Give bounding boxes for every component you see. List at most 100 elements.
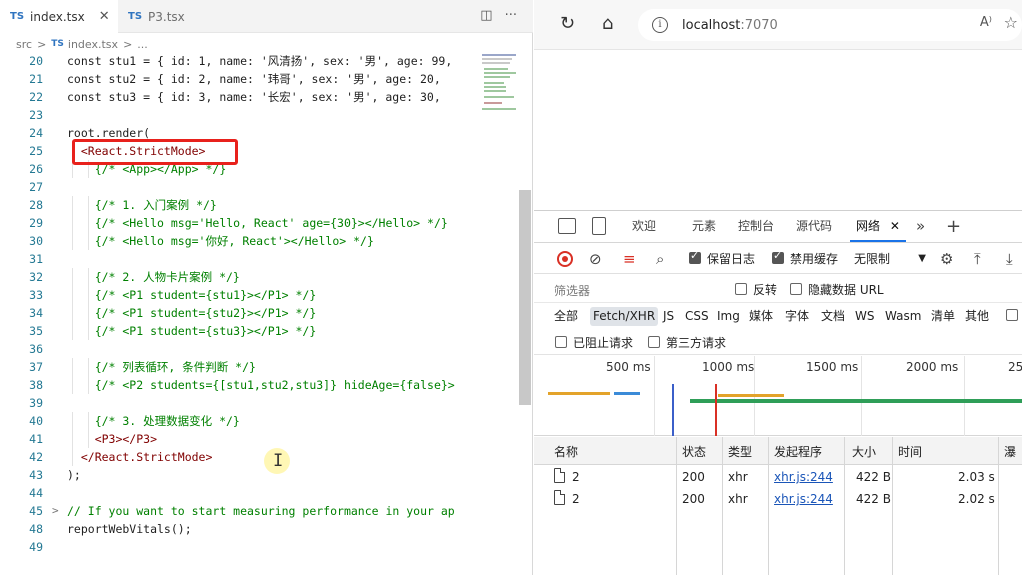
search-icon[interactable]: ⌕ <box>656 250 664 268</box>
fold-chevron-icon[interactable]: > <box>52 502 59 520</box>
type-media[interactable]: 媒体 <box>746 307 776 326</box>
code-line[interactable]: 44 <box>0 484 478 502</box>
code-line[interactable]: 27 <box>0 178 478 196</box>
cell-initiator-link[interactable]: xhr.js:244 <box>774 470 833 484</box>
type-all[interactable]: 全部 <box>551 307 581 326</box>
type-js[interactable]: JS <box>660 307 677 326</box>
inspect-icon[interactable] <box>558 218 576 234</box>
read-aloud-icon[interactable]: A⁾ <box>980 15 992 30</box>
blocked-requests-checkbox[interactable] <box>555 336 567 348</box>
line-number: 36 <box>29 342 43 356</box>
code-line[interactable]: 40 {/* 3. 处理数据变化 */} <box>0 412 478 430</box>
type-ws[interactable]: WS <box>852 307 877 326</box>
code-line[interactable]: 32 {/* 2. 人物卡片案例 */} <box>0 268 478 286</box>
code-line[interactable]: 31 <box>0 250 478 268</box>
favorites-icon[interactable]: ☆ <box>1004 13 1018 32</box>
device-toolbar-icon[interactable] <box>592 217 606 235</box>
url-field[interactable]: i localhost:7070 <box>638 9 1022 41</box>
col-waterfall[interactable]: 瀑 <box>1004 443 1016 460</box>
type-wasm[interactable]: Wasm <box>882 307 924 326</box>
editor-scrollbar[interactable] <box>519 190 531 405</box>
tab-p3-tsx[interactable]: TS P3.tsx <box>118 0 230 33</box>
record-icon[interactable] <box>557 251 573 267</box>
home-icon[interactable]: ⌂ <box>602 13 613 34</box>
table-row[interactable]: 2 200 xhr xhr.js:244 422 B 2.02 s <box>534 489 1022 510</box>
type-fetch-xhr[interactable]: Fetch/XHR <box>590 307 659 326</box>
code-line[interactable]: 43); <box>0 466 478 484</box>
code-line[interactable]: 29 {/* <Hello msg='Hello, React' age={30… <box>0 214 478 232</box>
code-line[interactable]: 28 {/* 1. 入门案例 */} <box>0 196 478 214</box>
close-icon[interactable]: ✕ <box>99 9 110 24</box>
col-status[interactable]: 状态 <box>682 443 706 460</box>
table-row[interactable]: 2 200 xhr xhr.js:244 422 B 2.03 s <box>534 467 1022 488</box>
export-har-icon[interactable]: ⤓ <box>1006 250 1013 268</box>
code-line[interactable]: 42 </React.StrictMode> <box>0 448 478 466</box>
filter-icon[interactable]: ≡ <box>623 250 636 268</box>
code-line[interactable]: 38 {/* <P2 students={[stu1,stu2,stu3]} h… <box>0 376 478 394</box>
more-tabs-icon[interactable]: » <box>916 211 925 242</box>
filter-input[interactable]: 筛选器 <box>554 282 590 299</box>
close-icon[interactable]: ✕ <box>890 219 900 233</box>
disable-cache-checkbox[interactable] <box>772 249 784 264</box>
reload-icon[interactable]: ↻ <box>560 13 575 34</box>
breadcrumb-folder[interactable]: src <box>16 38 32 51</box>
code-line[interactable]: 22 const stu3 = { id: 3, name: '长宏', sex:… <box>0 88 478 106</box>
split-editor-icon[interactable]: ◫ <box>480 8 492 23</box>
network-conditions-icon[interactable]: ⚙ <box>940 250 953 268</box>
code-line[interactable]: 39 <box>0 394 478 412</box>
code-line[interactable]: 35 {/* <P1 student={stu3}></P1> */} <box>0 322 478 340</box>
tab-label: P3.tsx <box>148 9 185 24</box>
line-number: 27 <box>29 180 43 194</box>
code-line[interactable]: 37 {/* 列表循环, 条件判断 */} <box>0 358 478 376</box>
info-icon[interactable]: i <box>652 17 668 33</box>
code-line[interactable]: 36 <box>0 340 478 358</box>
type-other[interactable]: 其他 <box>962 307 992 326</box>
breadcrumb-file[interactable]: index.tsx <box>68 38 118 51</box>
clear-icon[interactable]: ⊘ <box>589 250 602 268</box>
col-type[interactable]: 类型 <box>728 443 752 460</box>
cell-initiator-link[interactable]: xhr.js:244 <box>774 492 833 506</box>
code-line[interactable]: 20 const stu1 = { id: 1, name: '风清扬', sex… <box>0 52 478 70</box>
code-line[interactable]: 30 {/* <Hello msg='你好, React'></Hello> *… <box>0 232 478 250</box>
type-doc[interactable]: 文档 <box>818 307 848 326</box>
more-actions-icon[interactable]: ··· <box>505 8 517 23</box>
col-size[interactable]: 大小 <box>852 443 876 460</box>
type-font[interactable]: 字体 <box>782 307 812 326</box>
code-line[interactable]: 21 const stu2 = { id: 2, name: '玮哥', sex:… <box>0 70 478 88</box>
code-line[interactable]: 48 reportWebVitals(); <box>0 520 478 538</box>
code-line[interactable]: 45 > // If you want to start measuring per… <box>0 502 478 520</box>
code-line[interactable]: 33 {/* <P1 student={stu1}></P1> */} <box>0 286 478 304</box>
import-har-icon[interactable]: ⤒ <box>974 250 981 268</box>
tab-network[interactable]: 网络 ✕ <box>850 211 906 242</box>
col-time[interactable]: 时间 <box>898 443 922 460</box>
tick-label: 25 <box>1008 360 1022 374</box>
code-line[interactable]: 23 <box>0 106 478 124</box>
code-line[interactable]: 49 <box>0 538 478 556</box>
tab-console[interactable]: 控制台 <box>738 211 774 242</box>
code-area[interactable]: 20 const stu1 = { id: 1, name: '风清扬', sex… <box>0 52 478 556</box>
type-manifest[interactable]: 清单 <box>928 307 958 326</box>
type-css[interactable]: CSS <box>682 307 712 326</box>
type-img[interactable]: Img <box>714 307 743 326</box>
hide-data-urls-checkbox[interactable] <box>790 283 802 295</box>
add-tab-icon[interactable]: + <box>946 211 961 242</box>
tab-welcome[interactable]: 欢迎 <box>632 211 656 242</box>
tick-label: 1000 ms <box>702 360 755 374</box>
preserve-log-checkbox[interactable] <box>689 249 701 264</box>
tab-index-tsx[interactable]: TS index.tsx ✕ <box>0 0 118 33</box>
timeline-bar <box>718 394 784 397</box>
network-overview[interactable]: 500 ms 1000 ms 1500 ms 2000 ms 25 <box>534 356 1022 436</box>
throttle-select[interactable]: 无限制 ▼ <box>852 248 928 270</box>
col-initiator[interactable]: 发起程序 <box>774 443 822 460</box>
tab-elements[interactable]: 元素 <box>692 211 716 242</box>
code-line[interactable]: 34 {/* <P1 student={stu2}></P1> */} <box>0 304 478 322</box>
more-filters-checkbox[interactable] <box>1006 309 1018 321</box>
col-name[interactable]: 名称 <box>554 443 578 460</box>
minimap-line <box>484 96 514 98</box>
tab-sources[interactable]: 源代码 <box>796 211 832 242</box>
third-party-checkbox[interactable] <box>648 336 660 348</box>
breadcrumb-tail[interactable]: ... <box>137 38 148 51</box>
invert-checkbox[interactable] <box>735 283 747 295</box>
minimap[interactable] <box>480 52 520 142</box>
code-line[interactable]: 41 <P3></P3> <box>0 430 478 448</box>
